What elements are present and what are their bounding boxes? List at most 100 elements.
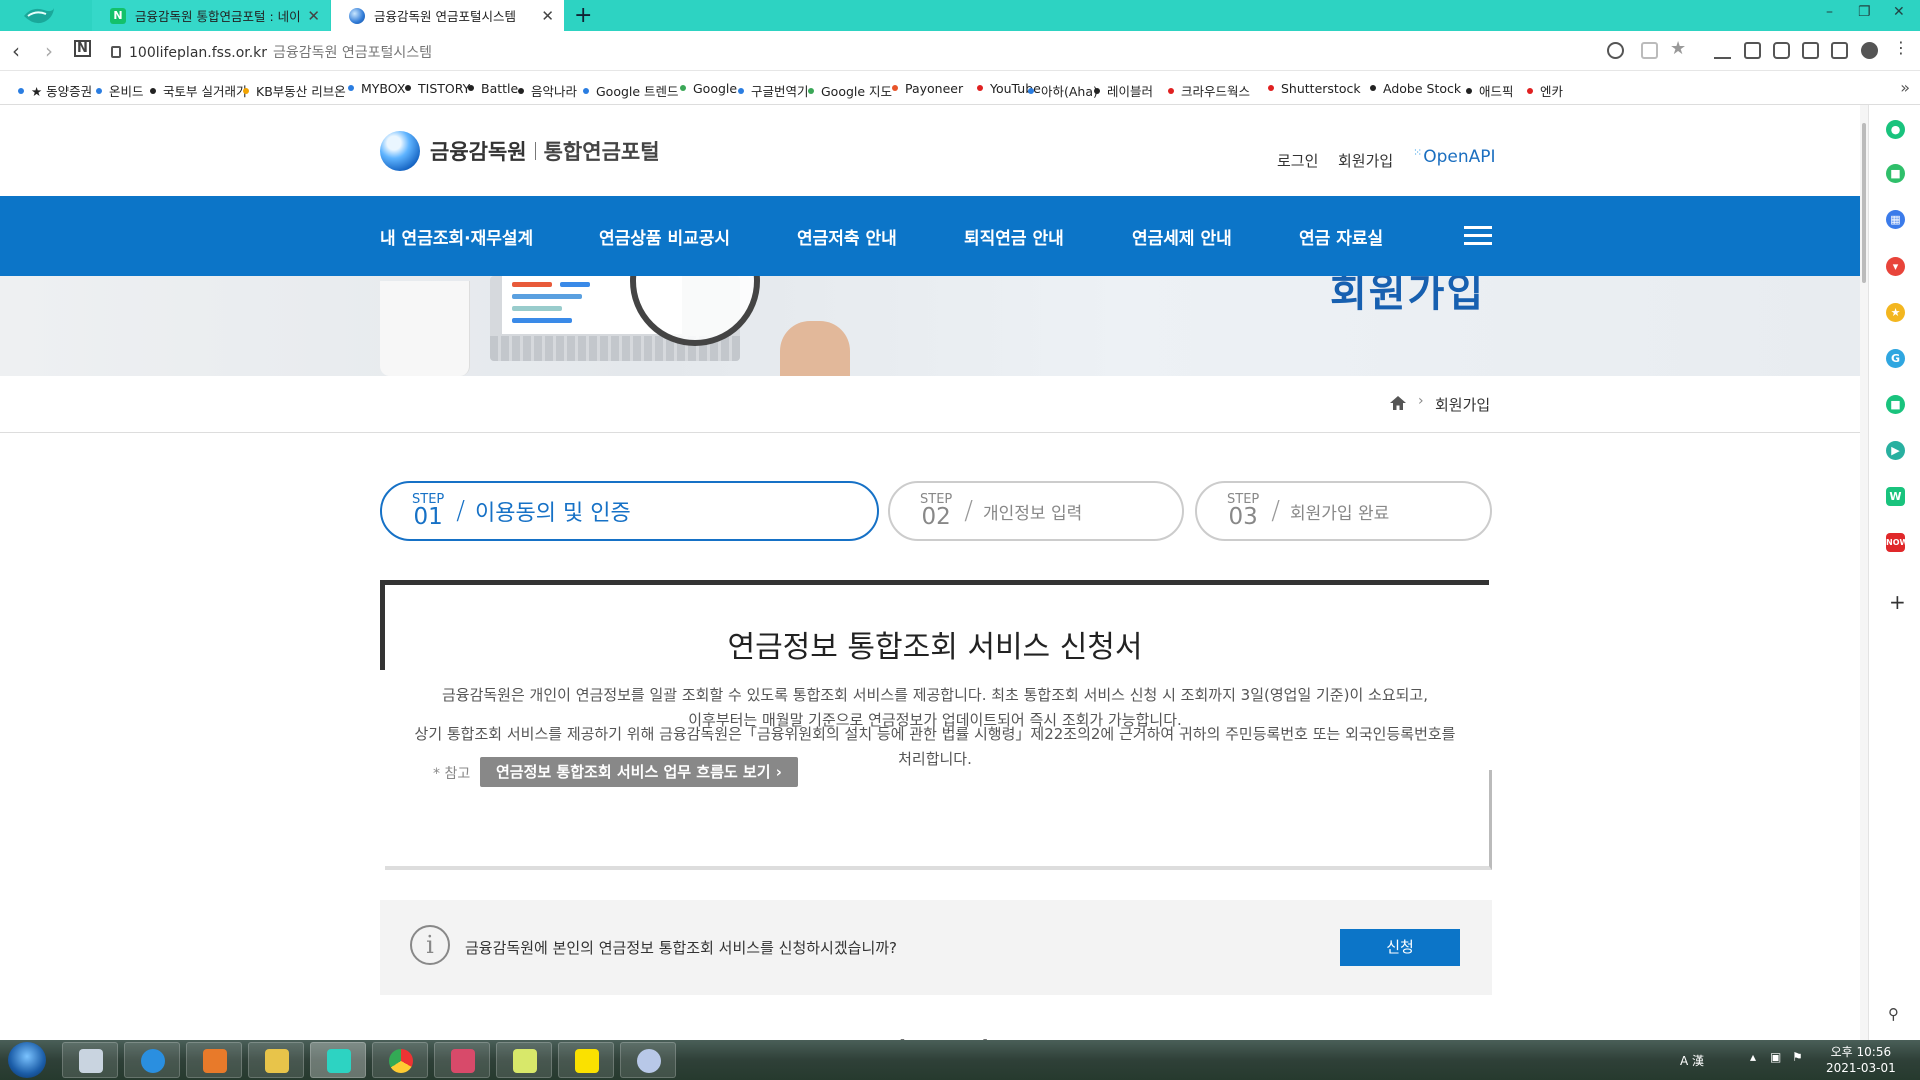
side-app-1-icon[interactable]: ●: [1886, 120, 1905, 139]
gnb-my-pension[interactable]: 내 연금조회·재무설계: [380, 224, 533, 249]
side-app-2-icon[interactable]: ■: [1886, 164, 1905, 183]
pin-icon[interactable]: ⚲: [1888, 1005, 1899, 1023]
naver-home-icon[interactable]: N: [74, 40, 91, 57]
bookmark-item[interactable]: Shutterstock: [1268, 81, 1361, 96]
taskbar-whale[interactable]: [310, 1042, 366, 1078]
bookmark-item[interactable]: 구글번역기: [738, 81, 809, 100]
tray-ime[interactable]: A 漢: [1680, 1052, 1704, 1069]
download-icon[interactable]: [1714, 42, 1731, 59]
taskbar-explorer[interactable]: [248, 1042, 304, 1078]
close-window-button[interactable]: ✕: [1893, 4, 1905, 20]
site-logo[interactable]: 금융감독원 통합연금포털: [380, 131, 660, 171]
bookmark-item[interactable]: 애드픽: [1466, 81, 1514, 100]
bookmark-item[interactable]: Google 지도: [808, 81, 892, 100]
forward-icon[interactable]: ›: [45, 39, 53, 63]
login-link[interactable]: 로그인: [1277, 150, 1318, 171]
play-icon[interactable]: ▶: [1886, 441, 1905, 460]
bookmark-dot-icon: [1268, 85, 1274, 91]
bookmark-item[interactable]: MYBOX: [348, 81, 405, 96]
bookmark-item[interactable]: Payoneer: [892, 81, 963, 96]
flag-icon[interactable]: ⚑: [1792, 1050, 1803, 1064]
gnb-product-compare[interactable]: 연금상품 비교공시: [599, 224, 730, 249]
reload-icon[interactable]: [1607, 42, 1624, 59]
translate-icon[interactable]: G: [1886, 349, 1905, 368]
profile-avatar-icon[interactable]: [1861, 42, 1878, 59]
favorites-star-icon[interactable]: ★: [1886, 303, 1905, 322]
bookmark-item[interactable]: 음악나라: [518, 81, 577, 100]
home-icon[interactable]: [1390, 396, 1406, 410]
camera-icon[interactable]: [1773, 42, 1790, 59]
bookmark-item[interactable]: TISTORY: [405, 81, 470, 96]
bookmark-item[interactable]: 레이블러: [1094, 81, 1153, 100]
taskbar-clock[interactable]: 오후 10:56 2021-03-01: [1826, 1044, 1896, 1076]
tab-close-icon[interactable]: ✕: [307, 7, 320, 25]
bookmark-star-icon[interactable]: ★: [1670, 38, 1686, 59]
bookmark-item[interactable]: 아하(Aha): [1028, 81, 1098, 100]
apply-button[interactable]: 신청: [1340, 929, 1460, 966]
gnb-pension-tax[interactable]: 연금세제 안내: [1132, 224, 1232, 249]
bookmark-item[interactable]: 온비드: [96, 81, 144, 100]
gnb-pension-savings[interactable]: 연금저축 안내: [797, 224, 897, 249]
taskbar-snipping[interactable]: [434, 1042, 490, 1078]
bookmark-item[interactable]: ★ 동양증권: [18, 81, 92, 100]
bookmark-item[interactable]: 크라우드웍스: [1168, 81, 1250, 100]
tab-close-icon[interactable]: ✕: [541, 7, 554, 25]
menu-dots-icon[interactable]: ⋮: [1893, 38, 1909, 57]
bookmark-item[interactable]: 국토부 실거래가: [150, 81, 247, 100]
sidebar-toggle-icon[interactable]: [1831, 42, 1848, 59]
pocket-icon[interactable]: ▾: [1886, 257, 1905, 276]
calendar-icon[interactable]: ▦: [1886, 210, 1905, 229]
bookmark-item[interactable]: Google: [680, 81, 737, 96]
openapi-link[interactable]: ⁙OpenAPI: [1413, 146, 1496, 167]
side-app-3-icon[interactable]: ■: [1886, 395, 1905, 414]
shield-icon[interactable]: [1641, 42, 1658, 59]
flow-chart-button[interactable]: 연금정보 통합조회 서비스 업무 흐름도 보기 ›: [480, 757, 798, 787]
taskbar-sticky-notes[interactable]: [496, 1042, 552, 1078]
bookmark-item[interactable]: Google 트렌드: [583, 81, 679, 100]
tray-up-arrow-icon[interactable]: ▴: [1750, 1050, 1756, 1064]
step-2-personal-info: STEP 02 / 개인정보 입력: [888, 481, 1184, 541]
whale-browser-logo-icon[interactable]: [22, 4, 56, 28]
apply-question: 금융감독원에 본인의 연금정보 통합조회 서비스를 신청하시겠습니까?: [465, 939, 898, 957]
url-field[interactable]: 100lifeplan.fss.or.kr 금융감독원 연금포털시스템: [111, 42, 432, 62]
restore-button[interactable]: ❐: [1858, 4, 1871, 20]
bookmark-dot-icon: [892, 85, 898, 91]
bookmark-item[interactable]: 엔카: [1527, 81, 1563, 100]
scrollbar-thumb[interactable]: [1862, 123, 1866, 283]
bookmark-item[interactable]: Adobe Stock: [1370, 81, 1461, 96]
bookmark-label: Google 지도: [821, 84, 893, 99]
tab-fss-pension[interactable]: 금융감독원 연금포털시스템 ✕: [331, 0, 564, 31]
network-icon[interactable]: ▣: [1770, 1050, 1781, 1064]
taskbar-ie[interactable]: [124, 1042, 180, 1078]
bookmark-label: 애드픽: [1479, 84, 1514, 99]
signup-link[interactable]: 회원가입: [1338, 150, 1393, 171]
form-paragraph-1-line-1: 금융감독원은 개인이 연금정보를 일괄 조회할 수 있도록 통합조회 서비스를 …: [441, 686, 1428, 704]
calculator-icon: [79, 1049, 103, 1073]
taskbar-media[interactable]: [186, 1042, 242, 1078]
taskbar-paint[interactable]: [620, 1042, 676, 1078]
add-side-app-icon[interactable]: +: [1889, 590, 1906, 614]
page-scrollbar[interactable]: [1860, 105, 1868, 1040]
bookmark-dot-icon: [977, 85, 983, 91]
gnb-retirement-pension[interactable]: 퇴직연금 안내: [964, 224, 1064, 249]
reader-icon[interactable]: [1802, 42, 1819, 59]
video-icon[interactable]: [1744, 42, 1761, 59]
bookmark-label: 엔카: [1540, 84, 1564, 99]
tab-naver-portal[interactable]: N 금융감독원 통합연금포털 : 네이 ✕: [92, 0, 330, 31]
taskbar-chrome[interactable]: [372, 1042, 428, 1078]
step-1-consent: STEP 01 / 이용동의 및 인증: [380, 481, 879, 541]
new-tab-button[interactable]: +: [574, 3, 592, 28]
taskbar-calculator[interactable]: [62, 1042, 118, 1078]
now-icon[interactable]: NOW: [1886, 533, 1908, 552]
bookmark-item[interactable]: KB부동산 리브온: [243, 81, 346, 100]
taskbar-kakaotalk[interactable]: [558, 1042, 614, 1078]
start-button[interactable]: [8, 1042, 46, 1078]
back-icon[interactable]: ‹: [12, 39, 20, 63]
address-bar: ‹ › N 100lifeplan.fss.or.kr 금융감독원 연금포털시스템…: [0, 31, 1920, 71]
bookmarks-more-icon[interactable]: »: [1900, 78, 1910, 97]
bookmark-item[interactable]: Battle: [468, 81, 518, 96]
webtoon-icon[interactable]: W: [1886, 487, 1905, 506]
minimize-button[interactable]: –: [1826, 4, 1833, 20]
gnb-pension-library[interactable]: 연금 자료실: [1299, 224, 1383, 249]
hamburger-menu-icon[interactable]: [1464, 226, 1492, 246]
